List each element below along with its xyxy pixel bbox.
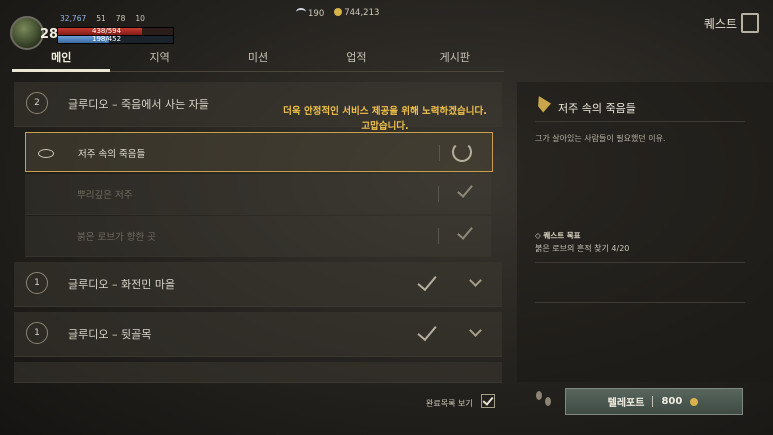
detail-title: 저주 속의 죽음들: [558, 102, 636, 115]
tab-board[interactable]: 게시판: [406, 47, 504, 71]
goal-label: ◇ 퀘스트 목표: [535, 231, 581, 240]
page-title: 퀘스트: [703, 17, 737, 31]
detail-description: 그가 살아있는 사람들이 필요했던 이유.: [535, 134, 666, 143]
character-level: 28: [40, 27, 59, 42]
show-completed-checkbox[interactable]: [481, 394, 495, 408]
divider: [535, 262, 745, 263]
tab-main[interactable]: 메인: [12, 47, 111, 72]
quest-book-icon[interactable]: [741, 13, 759, 33]
tab-region[interactable]: 지역: [110, 47, 208, 71]
chevron-down-icon[interactable]: [469, 274, 482, 287]
chapter-header[interactable]: 1 글루디오 – 뒷골목: [14, 312, 502, 357]
mp-text: 198/452: [92, 35, 122, 43]
check-icon: [457, 223, 473, 240]
eye-icon[interactable]: [38, 149, 54, 158]
chapter-title: 글루디오 – 뒷골목: [68, 328, 152, 341]
chapter-header[interactable]: 1 글루디오 – 화전민 마을: [14, 262, 502, 307]
chapter-number: 2: [26, 92, 48, 114]
goal-text: 붉은 로브의 흔적 찾기 4/20: [535, 244, 630, 253]
server-notice: 더욱 안정적인 서비스 제공을 위해 노력하겠습니다. 고맙습니다.: [240, 104, 530, 134]
quest-item[interactable]: 뿌리깊은 저주: [25, 174, 491, 215]
show-completed-label: 완료목록 보기: [426, 399, 473, 408]
quest-label: 붉은 로브가 향한 곳: [77, 232, 156, 243]
chevron-down-icon[interactable]: [469, 324, 482, 337]
wing-icon: [296, 8, 306, 16]
separator: [652, 396, 654, 407]
gold-coin-icon: [334, 8, 343, 16]
stat-c: 10: [135, 14, 145, 23]
check-icon: [457, 181, 473, 198]
gold-currency: 744,213: [334, 8, 379, 19]
tab-achievement[interactable]: 업적: [307, 47, 405, 71]
divider: [438, 228, 439, 244]
notice-line-2: 고맙습니다.: [361, 121, 409, 132]
gold-coin-icon: [690, 397, 699, 406]
stat-b: 78: [115, 14, 126, 23]
footprints-icon: [545, 397, 551, 406]
tab-mission[interactable]: 미션: [209, 47, 307, 71]
quest-item[interactable]: 붉은 로브가 향한 곳: [25, 216, 491, 257]
teleport-button[interactable]: 텔레포트 800: [565, 388, 743, 415]
check-icon: [417, 270, 437, 292]
exp-value: 32,767: [60, 14, 87, 23]
teleport-label: 텔레포트: [607, 398, 645, 409]
currency-bar: 190 744,213: [296, 8, 379, 19]
chapter-title: 글루디오 – 죽음에서 사는 자들: [68, 98, 209, 111]
chapter-header[interactable]: [14, 362, 502, 383]
chapter-number: 1: [26, 272, 48, 294]
in-progress-icon: [452, 142, 472, 162]
character-portrait[interactable]: [10, 16, 44, 50]
quest-item-selected[interactable]: 저주 속의 죽음들: [25, 132, 493, 172]
tab-bar: 메인 지역 미션 업적 게시판: [12, 47, 504, 72]
chapter-number: 1: [26, 322, 48, 344]
chapter-title: 글루디오 – 화전민 마을: [68, 278, 176, 291]
stat-a: 51: [96, 14, 106, 23]
check-icon: [417, 320, 437, 342]
quest-label: 뿌리깊은 저주: [77, 190, 133, 201]
divider: [439, 145, 440, 161]
divider: [535, 121, 745, 122]
teleport-cost: 800: [661, 396, 683, 407]
footprints-icon: [536, 391, 542, 400]
notice-line-1: 더욱 안정적인 서비스 제공을 위해 노력하겠습니다.: [283, 106, 487, 117]
hp-text: 438/594: [92, 27, 122, 35]
quest-label: 저주 속의 죽음들: [78, 149, 146, 160]
wings-currency: 190: [296, 8, 324, 19]
divider: [535, 302, 745, 303]
divider: [438, 186, 439, 202]
mp-bar: 198/452: [57, 35, 174, 44]
stat-row: 32,767 51 78 10: [60, 14, 145, 23]
